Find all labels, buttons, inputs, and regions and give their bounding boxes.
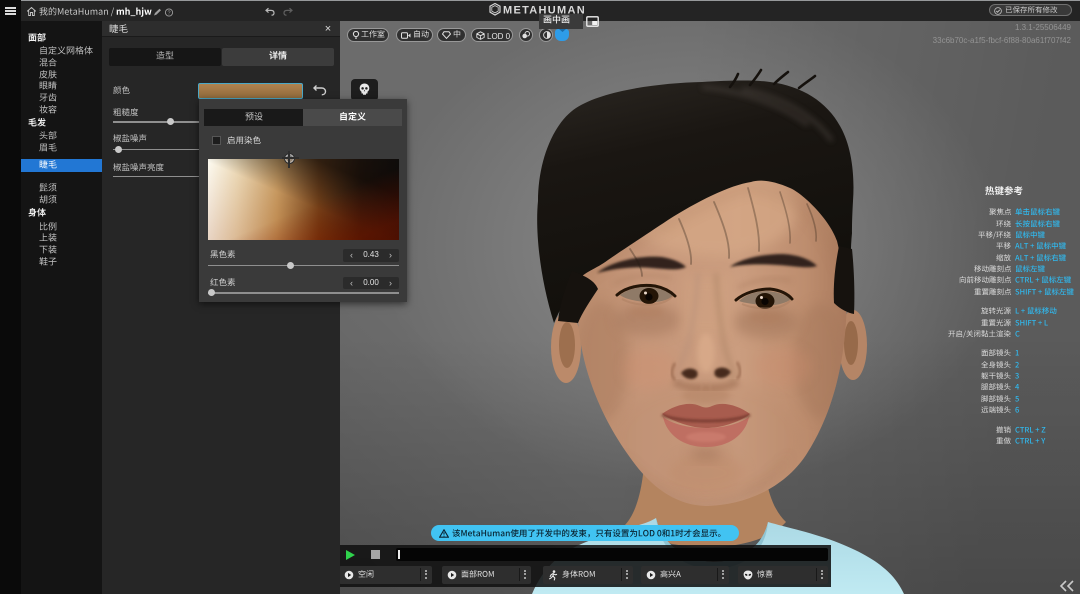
svg-text:?: ?	[167, 11, 170, 17]
